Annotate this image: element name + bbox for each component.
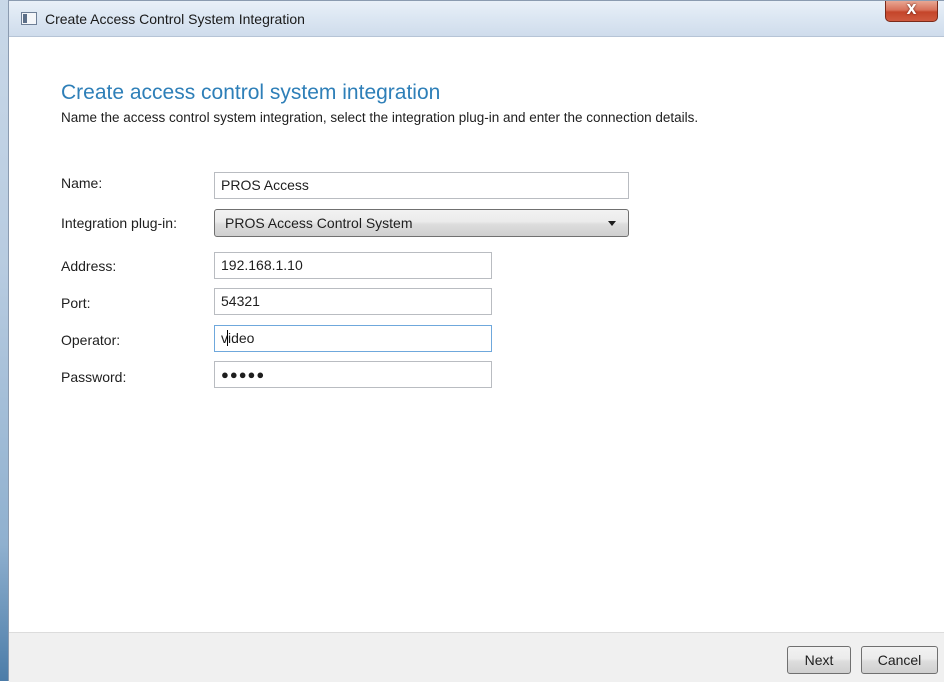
operator-label: Operator: — [61, 332, 121, 348]
password-field[interactable]: ●●●●● — [214, 361, 492, 388]
plugin-select[interactable]: PROS Access Control System — [214, 209, 629, 237]
app-window-icon — [21, 12, 37, 25]
dialog-footer: Next Cancel — [9, 632, 944, 682]
name-label: Name: — [61, 175, 103, 191]
password-field-value: ●●●●● — [221, 367, 266, 382]
port-label: Port: — [61, 295, 91, 311]
plugin-select-value: PROS Access Control System — [225, 215, 413, 231]
title-bar: Create Access Control System Integration… — [9, 1, 944, 37]
dialog-window: Create Access Control System Integration… — [8, 0, 944, 682]
page-title: Create access control system integration — [61, 81, 441, 104]
cancel-button[interactable]: Cancel — [861, 646, 938, 674]
next-button[interactable]: Next — [787, 646, 851, 674]
page-description: Name the access control system integrati… — [61, 110, 699, 125]
port-field-value: 54321 — [221, 293, 260, 309]
operator-field-value-end: ideo — [228, 330, 255, 346]
close-button[interactable]: X — [885, 1, 938, 22]
address-field[interactable]: 192.168.1.10 — [214, 252, 492, 279]
window-title: Create Access Control System Integration — [45, 11, 305, 27]
password-label: Password: — [61, 369, 127, 385]
operator-field[interactable]: video — [214, 325, 492, 352]
address-field-value: 192.168.1.10 — [221, 257, 303, 273]
name-field[interactable]: PROS Access — [214, 172, 629, 199]
chevron-down-icon — [608, 221, 616, 226]
port-field[interactable]: 54321 — [214, 288, 492, 315]
address-label: Address: — [61, 258, 117, 274]
plugin-label: Integration plug-in: — [61, 215, 177, 231]
name-field-value: PROS Access — [221, 177, 309, 193]
